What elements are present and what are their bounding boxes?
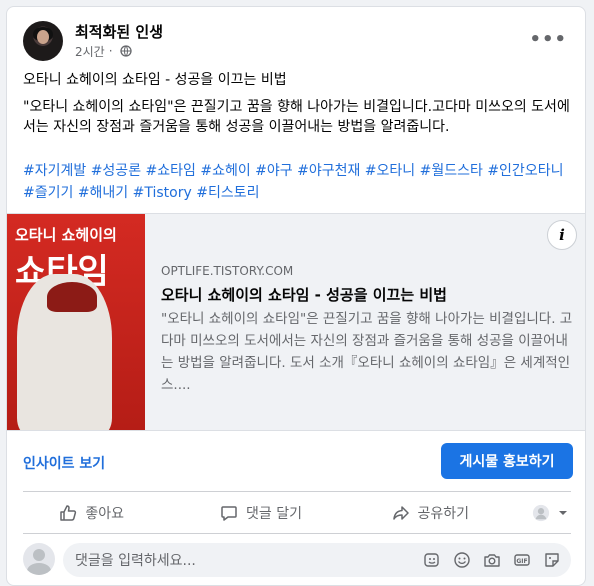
post-title-line: 오타니 쇼헤이의 쇼타임 - 성공을 이끄는 비법	[23, 72, 287, 88]
comment-label: 댓글 달기	[246, 506, 302, 522]
comment-button[interactable]: 댓글 달기	[176, 497, 345, 529]
sticker-face-icon[interactable]	[543, 551, 561, 569]
link-preview[interactable]: 오타니 쇼헤이의 쇼타임 i OPTLIFE.TISTORY.COM 오타니 쇼…	[7, 213, 585, 431]
like-label: 좋아요	[85, 506, 124, 522]
camera-icon[interactable]	[483, 551, 501, 569]
comment-input[interactable]: 댓글을 입력하세요... GIF	[63, 543, 571, 577]
share-label: 공유하기	[417, 506, 470, 522]
link-domain[interactable]: OPTLIFE.TISTORY.COM	[161, 264, 293, 278]
sticker-icon[interactable]	[423, 551, 441, 569]
more-icon[interactable]: •••	[529, 29, 567, 50]
link-title[interactable]: 오타니 쇼헤이의 쇼타임 - 성공을 이끄는 비법	[161, 284, 447, 305]
like-icon	[59, 504, 77, 522]
view-insights-link[interactable]: 인사이트 보기	[23, 453, 105, 473]
post-time[interactable]: 2시간	[75, 43, 105, 60]
my-avatar[interactable]	[23, 543, 55, 575]
share-button[interactable]: 공유하기	[346, 497, 515, 529]
audience-avatar-icon	[532, 504, 550, 522]
promote-post-button[interactable]: 게시물 홍보하기	[441, 443, 573, 479]
share-icon	[392, 504, 410, 522]
book-cover-image[interactable]: 오타니 쇼헤이의 쇼타임	[7, 214, 145, 430]
globe-icon[interactable]	[117, 42, 135, 60]
post-meta: 2시간 ·	[75, 42, 135, 60]
author-name[interactable]: 최적화된 인생	[75, 21, 163, 42]
divider	[23, 533, 571, 534]
post-body: "오타니 쇼헤이의 쇼타임"은 끈질기고 꿈을 향해 나아가는 비결입니다.고다…	[23, 99, 570, 135]
info-icon[interactable]: i	[547, 220, 577, 250]
comment-composer: 댓글을 입력하세요... GIF	[23, 543, 571, 577]
comment-icon	[220, 504, 238, 522]
like-button[interactable]: 좋아요	[7, 497, 176, 529]
svg-text:GIF: GIF	[516, 558, 527, 565]
author-avatar[interactable]	[23, 21, 63, 61]
divider	[23, 491, 571, 492]
book-cover-title-line1: 오타니 쇼헤이의	[15, 226, 117, 244]
comment-placeholder: 댓글을 입력하세요...	[75, 553, 196, 569]
dot-separator: ·	[108, 44, 113, 58]
post-card: 최적화된 인생 2시간 · ••• 오타니 쇼헤이의 쇼타임 - 성공을 이끄는…	[6, 6, 586, 586]
comment-tools: GIF	[423, 551, 561, 569]
audience-selector[interactable]	[515, 497, 585, 529]
link-description[interactable]: "오타니 쇼헤이의 쇼타임"은 끈질기고 꿈을 향해 나아가는 비결입니다. 고…	[161, 308, 573, 396]
action-bar: 좋아요 댓글 달기 공유하기	[7, 497, 585, 529]
post-hashtags[interactable]: #자기계발 #성공론 #쇼타임 #쇼헤이 #야구 #야구천재 #오타니 #월드스…	[23, 160, 571, 204]
gif-icon[interactable]: GIF	[513, 551, 531, 569]
emoji-icon[interactable]	[453, 551, 471, 569]
chevron-down-icon	[558, 504, 568, 522]
